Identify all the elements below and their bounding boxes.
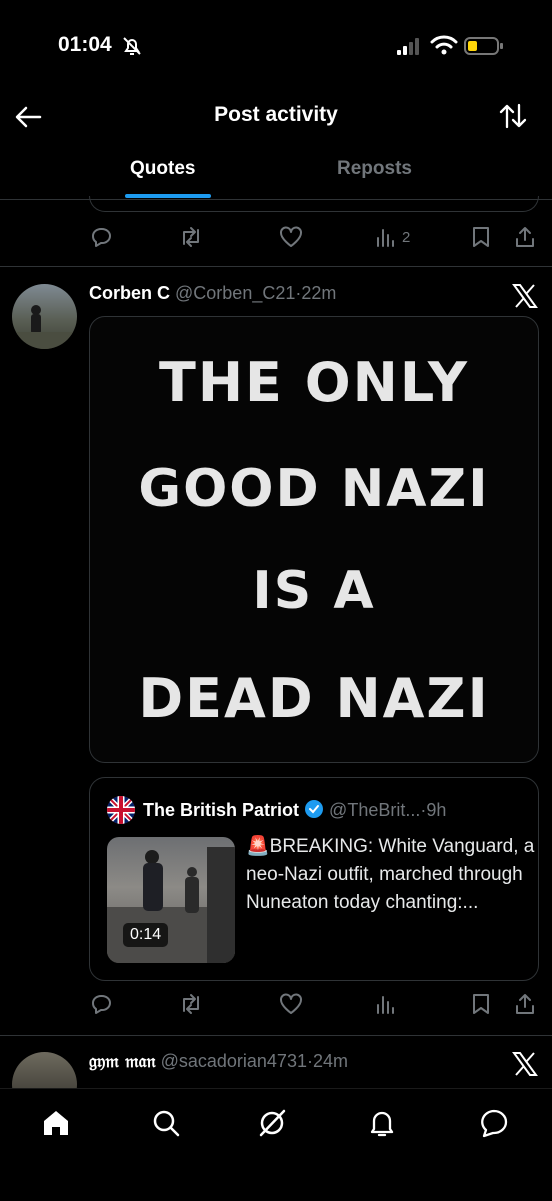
divider	[0, 266, 552, 267]
previous-quote-card-edge	[89, 196, 539, 212]
heart-icon	[280, 993, 302, 1014]
author-handle[interactable]: @sacadorian4731	[161, 1051, 307, 1071]
search-icon[interactable]	[150, 1107, 182, 1139]
post-time: 24m	[312, 1051, 348, 1071]
image-text-line: IS A	[252, 561, 376, 621]
divider	[0, 1035, 552, 1036]
heart-icon	[280, 226, 302, 247]
share-icon	[516, 994, 534, 1014]
share-button[interactable]	[514, 992, 536, 1016]
previous-post-actions: 2	[0, 225, 552, 255]
bell-slash-icon	[120, 34, 144, 58]
author-handle[interactable]: @Corben_C21	[175, 283, 295, 303]
repost-icon	[183, 994, 199, 1014]
views-button[interactable]	[374, 992, 396, 1016]
avatar[interactable]	[12, 284, 77, 349]
battery-icon	[464, 36, 504, 56]
verified-badge-icon	[304, 799, 324, 819]
share-button[interactable]	[514, 225, 536, 249]
author-name[interactable]: Corben C	[89, 283, 170, 303]
image-text-line: GOOD NAZI	[138, 459, 490, 519]
quoted-post-text: 🚨BREAKING: White Vanguard, a neo-Nazi ou…	[246, 836, 535, 913]
quoted-author-line: The British Patriot @TheBrit...·9h	[143, 799, 446, 821]
page-title: Post activity	[214, 103, 338, 126]
post-actions	[0, 992, 552, 1022]
bookmark-button[interactable]	[470, 992, 492, 1016]
views-icon	[377, 229, 394, 247]
quoted-video-thumbnail[interactable]: 0:14	[107, 837, 235, 963]
quoted-avatar	[107, 796, 135, 824]
share-icon	[516, 227, 534, 247]
reply-button[interactable]	[89, 225, 113, 249]
bookmark-icon	[473, 227, 489, 247]
post-image[interactable]: THE ONLY GOOD NAZI IS A DEAD NAZI	[89, 316, 539, 763]
repost-button[interactable]	[178, 225, 204, 249]
quoted-author-handle: @TheBrit...	[329, 800, 421, 820]
home-icon[interactable]	[40, 1107, 72, 1139]
signal-icon	[396, 36, 422, 56]
quoted-post-time: 9h	[426, 800, 447, 820]
like-button[interactable]	[278, 225, 304, 249]
wifi-icon	[430, 34, 458, 56]
like-button[interactable]	[278, 992, 304, 1016]
quoted-author-name: The British Patriot	[143, 800, 300, 820]
x-logo-icon	[512, 284, 538, 308]
status-time: 01:04	[58, 33, 112, 56]
image-text-line: DEAD NAZI	[138, 667, 490, 730]
views-icon	[377, 996, 394, 1014]
repost-icon	[183, 227, 199, 247]
bookmark-icon	[473, 994, 489, 1014]
bottom-navigation	[0, 1088, 552, 1201]
x-logo-icon	[512, 1052, 538, 1076]
post-author-line: Corben C @Corben_C21·22m	[89, 283, 336, 304]
video-duration: 0:14	[123, 923, 169, 947]
tab-quotes[interactable]: Quotes	[130, 158, 195, 180]
author-name[interactable]: 𝔤𝔶𝔪 𝔪𝔞𝔫	[89, 1051, 156, 1072]
messages-icon[interactable]	[478, 1107, 510, 1139]
bookmark-button[interactable]	[470, 225, 492, 249]
reply-icon	[92, 228, 111, 247]
repost-button[interactable]	[178, 992, 204, 1016]
sort-button[interactable]	[498, 101, 528, 131]
grok-icon[interactable]	[256, 1107, 288, 1139]
post-time: 22m	[301, 283, 337, 303]
reply-button[interactable]	[89, 992, 113, 1016]
reply-icon	[92, 995, 111, 1014]
views-count: 2	[402, 228, 411, 246]
post-author-line: 𝔤𝔶𝔪 𝔪𝔞𝔫 @sacadorian4731·24m	[89, 1051, 348, 1072]
image-text-line: THE ONLY	[159, 351, 469, 414]
tab-reposts[interactable]: Reposts	[337, 158, 412, 180]
notifications-icon[interactable]	[366, 1107, 398, 1139]
views-button[interactable]: 2	[374, 225, 410, 249]
